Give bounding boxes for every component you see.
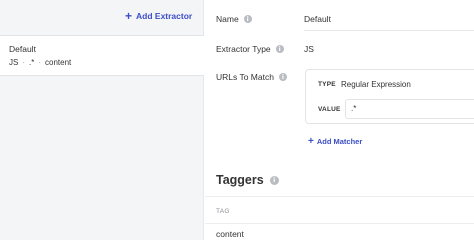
plus-icon: +: [308, 136, 314, 147]
extractor-meta: JS · .* · content: [9, 58, 71, 67]
matcher-value-label: VALUE: [318, 106, 341, 113]
matcher-card: TYPE Regular Expression VALUE .*: [305, 69, 474, 124]
separator-dot: ·: [22, 58, 26, 67]
extractor-target: content: [45, 58, 72, 67]
extractor-name: Default: [9, 44, 36, 54]
taggers-title: Taggers: [216, 173, 264, 187]
extractor-type-value[interactable]: JS: [304, 44, 314, 54]
add-matcher-button[interactable]: + Add Matcher: [308, 136, 363, 147]
matcher-value-input[interactable]: .*: [345, 99, 474, 119]
urls-to-match-label: URLs To Match: [216, 72, 274, 82]
extractor-type: JS: [9, 58, 19, 67]
tag-cell: content: [216, 229, 244, 239]
taggers-table-header: [205, 196, 474, 224]
type-label-row: Extractor Type i: [216, 44, 284, 54]
name-value[interactable]: Default: [304, 14, 331, 24]
info-icon[interactable]: i: [243, 15, 252, 23]
taggers-heading: Taggers i: [216, 173, 279, 187]
extractor-pattern: .*: [29, 58, 35, 67]
add-matcher-label: Add Matcher: [316, 137, 363, 146]
table-row[interactable]: [205, 223, 474, 240]
name-label-row: Name i: [216, 14, 252, 24]
separator-dot: ·: [38, 58, 42, 67]
add-extractor-button[interactable]: + Add Extractor: [125, 9, 193, 23]
matcher-type-label: TYPE: [318, 81, 336, 88]
info-icon[interactable]: i: [278, 73, 287, 81]
name-divider: [304, 30, 474, 31]
extractor-sidebar: + Add Extractor Default JS · .* · conten…: [0, 0, 204, 240]
add-extractor-label: Add Extractor: [136, 11, 193, 21]
matcher-type-select[interactable]: Regular Expression: [341, 80, 411, 89]
plus-icon: +: [125, 9, 133, 23]
info-icon[interactable]: i: [275, 45, 284, 53]
extractor-list-item[interactable]: Default JS · .* · content: [0, 36, 204, 76]
name-label: Name: [216, 14, 239, 24]
tag-column-header: TAG: [216, 208, 230, 215]
urls-label-row: URLs To Match i: [216, 72, 287, 82]
info-icon[interactable]: i: [269, 175, 279, 185]
extractor-type-label: Extractor Type: [216, 44, 271, 54]
